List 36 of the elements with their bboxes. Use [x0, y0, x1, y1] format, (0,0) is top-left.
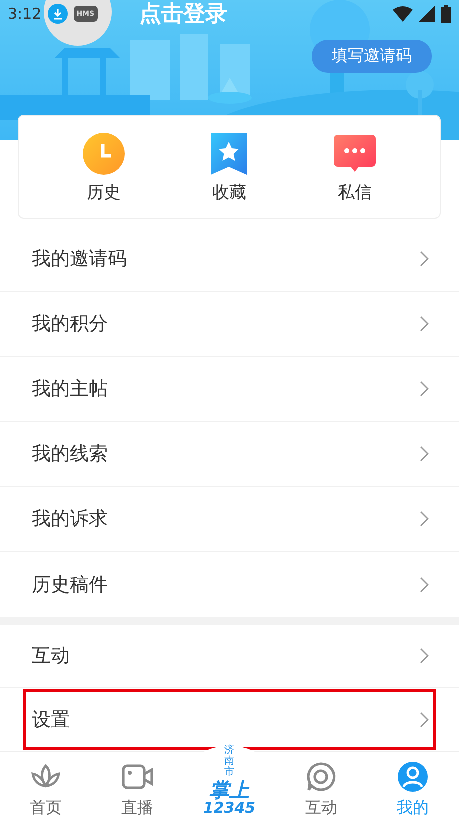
chevron-right-icon — [420, 251, 429, 267]
video-camera-icon — [122, 764, 154, 790]
quick-action-button[interactable]: 私信 — [315, 130, 396, 204]
lotus-icon — [30, 764, 61, 790]
user-icon — [398, 762, 428, 792]
chevron-right-icon — [420, 712, 429, 728]
nav-tab[interactable]: 直播 — [92, 752, 184, 818]
quick-action-button[interactable]: 历史 — [64, 130, 144, 204]
logo-title-text: 掌上 — [209, 780, 250, 800]
menu-item[interactable]: 我的主帖 — [0, 357, 459, 422]
menu-item[interactable]: 互动 — [0, 625, 459, 688]
chevron-right-icon — [420, 316, 429, 332]
signal-icon — [419, 6, 435, 22]
lotus-drawing — [208, 78, 252, 104]
menu-item[interactable]: 我的诉求 — [0, 487, 459, 552]
nav-tab[interactable]: 互动 — [275, 752, 368, 818]
menu-item[interactable]: 历史稿件 — [0, 552, 459, 617]
battery-icon — [441, 5, 451, 23]
menu-item[interactable]: 我的积分 — [0, 292, 459, 357]
chevron-right-icon — [420, 446, 429, 462]
chat-bubble-icon — [306, 762, 336, 792]
nav-tab[interactable]: 首页 — [0, 752, 92, 818]
chevron-right-icon — [420, 511, 429, 527]
chevron-right-icon — [420, 576, 429, 592]
wifi-icon — [393, 6, 413, 22]
chevron-right-icon — [420, 381, 429, 397]
logo-city-text: 济南市 — [224, 745, 234, 778]
menu-item[interactable]: 我的邀请码 — [0, 227, 459, 292]
menu-item[interactable]: 我的线索 — [0, 422, 459, 487]
clock-icon — [82, 132, 125, 174]
quick-action-button[interactable]: 收藏 — [189, 130, 270, 204]
status-time: 3:12 — [8, 5, 42, 23]
chat-bubble-icon — [334, 134, 376, 174]
logo-number-text: 12345 — [203, 800, 256, 817]
bookmark-star-icon — [211, 132, 248, 174]
chevron-right-icon — [420, 648, 429, 664]
